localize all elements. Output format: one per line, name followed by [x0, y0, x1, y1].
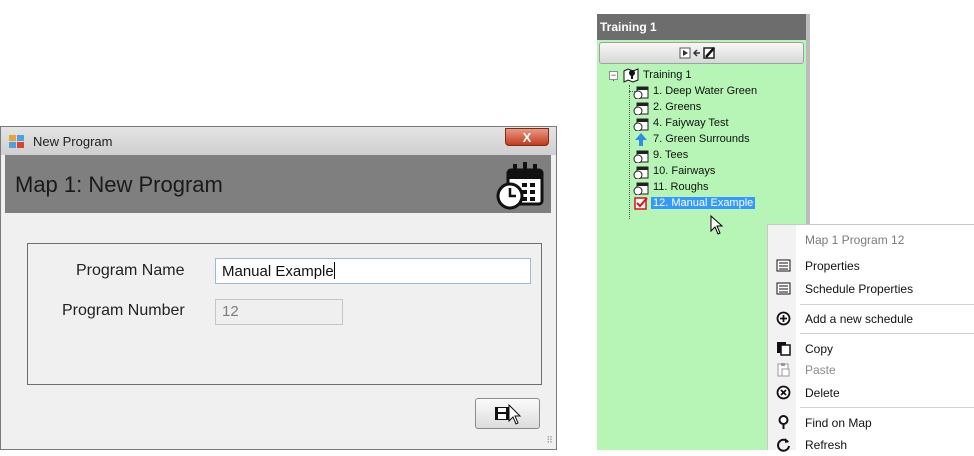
tree-item-label: 2. Greens — [653, 101, 702, 113]
close-button[interactable]: X — [505, 128, 549, 146]
collapse-edit-icon — [679, 47, 715, 59]
new-program-dialog: New Program X Map 1: New Program Program… — [0, 126, 557, 450]
calendar-clock-icon — [633, 150, 649, 163]
copy-icon — [777, 342, 791, 356]
menu-item-delete[interactable]: Delete — [768, 382, 974, 404]
menu-item-label: Copy — [805, 342, 834, 356]
tree-panel-header: Training 1 — [597, 14, 808, 40]
menu-separator — [800, 304, 974, 305]
paste-icon — [777, 363, 790, 377]
menu-item-label: Properties — [805, 259, 860, 273]
tree-item-label: 12. Manual Example — [651, 197, 756, 209]
tree-guide-line — [629, 85, 630, 219]
program-name-label: Program Name — [76, 262, 185, 279]
dialog-header: Map 1: New Program — [5, 155, 551, 213]
menu-item-label: Schedule Properties — [805, 282, 914, 296]
calendar-clock-icon — [633, 86, 649, 99]
tree-toolbar-button[interactable] — [599, 42, 804, 64]
program-name-input[interactable]: Manual Example — [215, 258, 531, 284]
dialog-titlebar[interactable]: New Program X — [1, 127, 556, 155]
calendar-clock-icon — [633, 182, 649, 195]
program-name-value: Manual Example — [222, 263, 334, 280]
checked-box-icon — [634, 197, 648, 210]
calendar-clock-icon — [633, 166, 649, 179]
context-menu: Map 1 Program 12 Properties Schedule Pro… — [767, 224, 974, 452]
menu-item-label: Paste — [805, 363, 836, 377]
program-number-label: Program Number — [62, 302, 185, 319]
calendar-clock-icon — [633, 118, 649, 131]
menu-item-find-on-map[interactable]: Find on Map — [768, 412, 974, 434]
menu-separator — [800, 407, 974, 408]
program-number-input: 12 — [215, 299, 343, 325]
tree-root-label: Training 1 — [643, 69, 692, 81]
tree-panel-title: Training 1 — [600, 20, 657, 34]
list-icon — [776, 282, 791, 295]
menu-item-add-schedule[interactable]: Add a new schedule — [768, 308, 974, 330]
menu-item-label: Add a new schedule — [805, 312, 914, 326]
text-caret — [333, 262, 335, 279]
mouse-cursor-icon — [710, 215, 724, 235]
delete-circle-icon — [776, 385, 791, 400]
plus-circle-icon — [776, 311, 791, 326]
resize-grip[interactable]: ⠿ — [546, 435, 553, 446]
dialog-header-title: Map 1: New Program — [15, 172, 223, 197]
app-window-icon — [9, 135, 25, 148]
map-pin-icon — [623, 68, 639, 83]
menu-item-paste: Paste — [768, 359, 974, 381]
tree-item-label: 4. Faiyway Test — [653, 117, 729, 129]
tree-item-label: 11. Roughs — [653, 181, 709, 193]
menu-item-refresh[interactable]: Refresh — [768, 434, 974, 456]
menu-item-copy[interactable]: Copy — [768, 338, 974, 360]
tree-item-label: 10. Fairways — [653, 165, 716, 177]
tree-item-label: 7. Green Surrounds — [653, 133, 750, 145]
menu-separator — [800, 333, 974, 334]
tree-item-label: 1. Deep Water Green — [653, 85, 758, 97]
menu-item-label: Delete — [805, 386, 840, 400]
menu-item-label: Find on Map — [805, 416, 872, 430]
menu-item-schedule-properties[interactable]: Schedule Properties — [768, 278, 974, 300]
tree-item-label: 9. Tees — [653, 149, 689, 161]
map-pin-icon — [778, 415, 789, 429]
calendar-clock-icon — [633, 102, 649, 115]
window-title: New Program — [33, 134, 113, 149]
save-disk-icon — [495, 403, 522, 425]
list-icon — [776, 259, 791, 272]
up-arrow-icon — [635, 133, 647, 146]
program-fields-panel: Program Name Manual Example Program Numb… — [27, 243, 542, 385]
save-button[interactable] — [475, 398, 540, 429]
menu-item-properties[interactable]: Properties — [768, 255, 974, 277]
context-menu-title: Map 1 Program 12 — [805, 233, 905, 247]
calendar-clock-icon — [496, 162, 544, 210]
collapse-toggle[interactable]: − — [609, 71, 618, 80]
